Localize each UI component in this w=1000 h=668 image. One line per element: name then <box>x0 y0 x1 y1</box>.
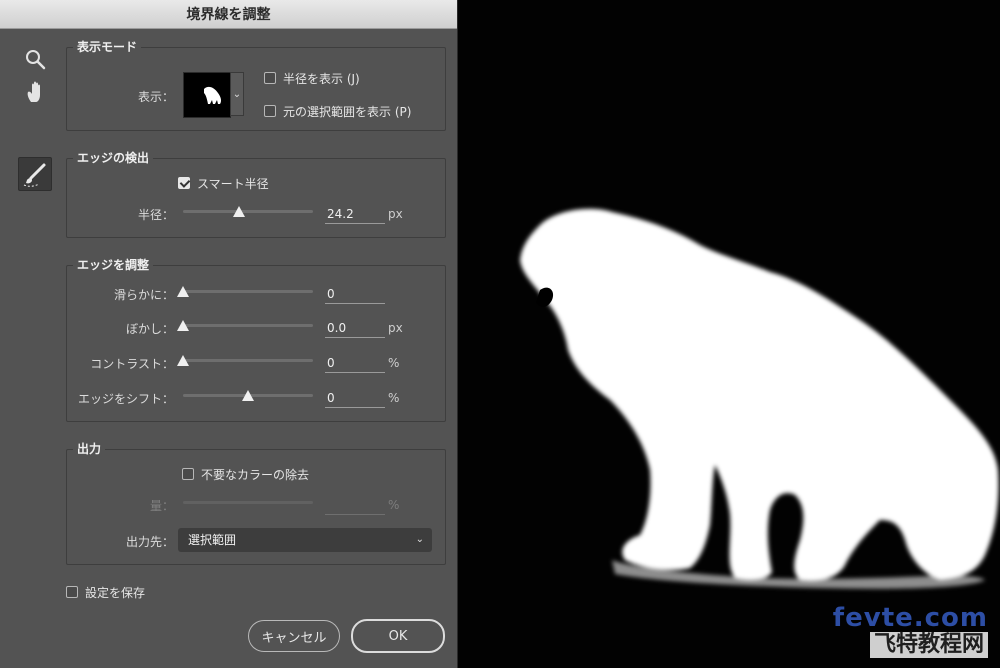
output-to-value: 選択範囲 <box>188 533 237 547</box>
amount-field <box>325 496 385 515</box>
contrast-slider-track[interactable] <box>183 359 313 362</box>
feather-field[interactable]: 0.0 <box>325 319 385 338</box>
smooth-slider-track[interactable] <box>183 290 313 293</box>
feather-unit: px <box>388 321 403 335</box>
shift-edge-slider-thumb[interactable] <box>242 390 254 401</box>
output-to-label: 出力先： <box>125 535 174 549</box>
contrast-slider-thumb[interactable] <box>177 355 189 366</box>
decontaminate-checkbox[interactable] <box>182 468 194 480</box>
feather-slider-track[interactable] <box>183 324 313 327</box>
view-mode-preview[interactable] <box>183 72 231 118</box>
smart-radius-label: スマート半径 <box>197 177 269 191</box>
cancel-button[interactable]: キャンセル <box>248 620 340 652</box>
amount-unit: % <box>388 498 400 512</box>
feather-slider-thumb[interactable] <box>177 320 189 331</box>
decontaminate-label: 不要なカラーの除去 <box>201 468 310 482</box>
view-label: 表示： <box>137 90 174 104</box>
smart-radius-checkbox[interactable] <box>178 177 190 189</box>
view-mode-title: 表示モード <box>73 38 142 55</box>
radius-field[interactable]: 24.2 <box>325 205 385 224</box>
remember-settings-label: 設定を保存 <box>85 586 146 600</box>
chevron-down-icon: ⌄ <box>415 534 424 545</box>
hand-icon[interactable] <box>25 80 47 108</box>
radius-unit: px <box>388 207 403 221</box>
magnifier-icon[interactable] <box>24 48 46 74</box>
refine-radius-brush-icon[interactable] <box>18 157 52 191</box>
adjust-edge-title: エッジを調整 <box>73 256 154 273</box>
edge-detection-group: エッジの検出 <box>66 149 446 238</box>
show-original-label: 元の選択範囲を表示 (P) <box>283 105 412 119</box>
shift-edge-field[interactable]: 0 <box>325 389 385 408</box>
radius-label: 半径： <box>137 208 174 222</box>
shift-edge-label: エッジをシフト： <box>77 392 174 406</box>
smooth-label: 滑らかに： <box>113 288 174 302</box>
amount-label: 量： <box>149 499 174 513</box>
edge-detection-title: エッジの検出 <box>73 149 154 166</box>
feather-label: ぼかし： <box>125 322 174 336</box>
smooth-slider-thumb[interactable] <box>177 286 189 297</box>
amount-slider-track <box>183 501 313 504</box>
shift-edge-unit: % <box>388 391 400 405</box>
refine-edge-dialog: 境界線を調整 表示モード 表示： ⌄ 半径を表示 (J) 元の選択範囲を表示 (… <box>0 0 458 668</box>
remember-settings-checkbox[interactable] <box>66 586 78 598</box>
watermark: fevte.com 飞特教程网 <box>833 604 988 658</box>
smooth-field[interactable]: 0 <box>325 285 385 304</box>
show-radius-checkbox[interactable] <box>264 72 276 84</box>
ok-button[interactable]: OK <box>351 619 445 653</box>
watermark-name: 飞特教程网 <box>869 632 988 658</box>
contrast-label: コントラスト： <box>90 357 174 371</box>
contrast-field[interactable]: 0 <box>325 354 385 373</box>
contrast-unit: % <box>388 356 400 370</box>
output-title: 出力 <box>73 440 106 457</box>
output-to-select[interactable]: 選択範囲 ⌄ <box>178 528 432 552</box>
show-radius-label: 半径を表示 (J) <box>283 72 360 86</box>
radius-slider-track[interactable] <box>183 210 313 213</box>
show-original-checkbox[interactable] <box>264 105 276 117</box>
watermark-url: fevte.com <box>832 603 988 633</box>
dialog-title: 境界線を調整 <box>0 0 457 29</box>
chevron-down-icon[interactable]: ⌄ <box>230 72 244 116</box>
radius-slider-thumb[interactable] <box>233 206 246 217</box>
